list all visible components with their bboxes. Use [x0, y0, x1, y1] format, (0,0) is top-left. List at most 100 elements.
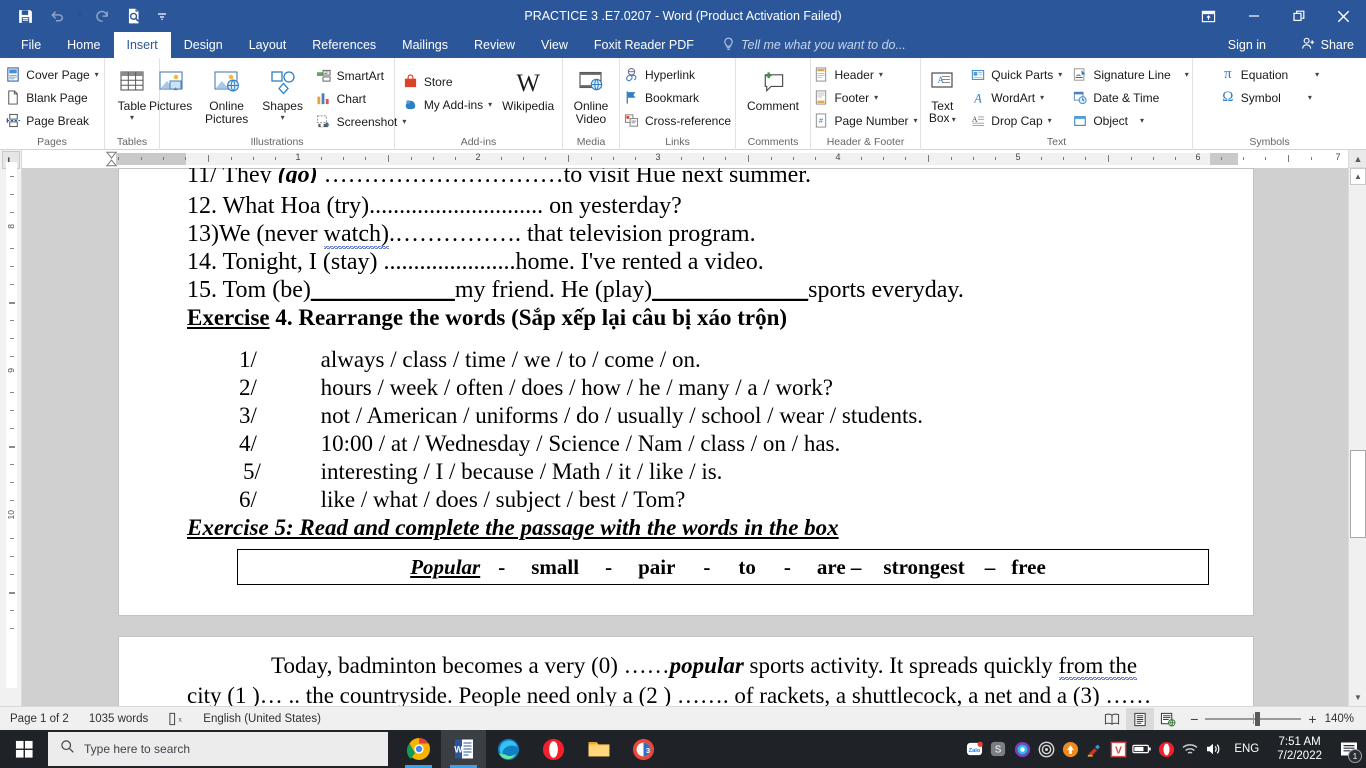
- tray-icon-wifi[interactable]: [1178, 730, 1202, 768]
- cross-reference-button[interactable]: Cross-reference: [619, 109, 736, 132]
- drop-cap-button[interactable]: A Drop Cap ▾: [965, 109, 1067, 132]
- page-break-button[interactable]: Page Break: [0, 109, 103, 132]
- tray-icon-battery[interactable]: [1130, 730, 1154, 768]
- zoom-slider-track[interactable]: [1205, 712, 1302, 726]
- taskbar-search-box[interactable]: Type here to search: [48, 732, 388, 766]
- quick-parts-button[interactable]: Quick Parts ▾: [965, 63, 1067, 86]
- taskbar-app-chrome[interactable]: [396, 730, 441, 768]
- tray-icon-ccleaner[interactable]: [1082, 730, 1106, 768]
- tab-file[interactable]: File: [8, 32, 54, 58]
- footer-button[interactable]: Footer ▾: [808, 86, 922, 109]
- taskbar-app-antivirus[interactable]: 3: [621, 730, 666, 768]
- wikipedia-button[interactable]: W Wikipedia: [497, 63, 559, 113]
- cover-page-button[interactable]: Cover Page ▾: [0, 63, 103, 86]
- online-pictures-button[interactable]: Online Pictures: [199, 63, 255, 126]
- minimize-icon[interactable]: [1231, 0, 1276, 32]
- document-page-1[interactable]: 11/ They (go) …………………………to visit Hue nex…: [118, 168, 1254, 616]
- wordart-button[interactable]: A WordArt ▾: [965, 86, 1067, 109]
- object-button[interactable]: Object ▾: [1067, 109, 1193, 132]
- page-indicator[interactable]: Page 1 of 2: [0, 707, 79, 731]
- undo-dropdown-icon[interactable]: ▼: [74, 2, 85, 30]
- ribbon-display-options-icon[interactable]: [1186, 0, 1231, 32]
- bookmark-button[interactable]: Bookmark: [619, 86, 736, 109]
- start-button[interactable]: [0, 730, 48, 768]
- zoom-slider[interactable]: − +: [1182, 712, 1324, 726]
- scrollbar-thumb[interactable]: [1350, 450, 1366, 538]
- taskbar-app-file-explorer[interactable]: [576, 730, 621, 768]
- equation-button[interactable]: π Equation ▾: [1215, 63, 1324, 86]
- tell-me-placeholder: Tell me what you want to do...: [741, 38, 906, 52]
- tray-icon-skype[interactable]: S: [986, 730, 1010, 768]
- view-read-mode-button[interactable]: [1098, 708, 1126, 730]
- zoom-slider-thumb[interactable]: [1255, 712, 1261, 726]
- view-web-layout-button[interactable]: [1154, 708, 1182, 730]
- tell-me-search[interactable]: Tell me what you want to do...: [722, 32, 906, 58]
- restore-icon[interactable]: [1276, 0, 1321, 32]
- redo-icon[interactable]: [87, 2, 117, 30]
- online-video-button[interactable]: Online Video: [563, 63, 619, 126]
- taskbar-app-word[interactable]: W: [441, 730, 486, 768]
- store-button[interactable]: Store: [398, 70, 497, 93]
- zoom-out-button[interactable]: −: [1190, 712, 1198, 726]
- sign-in-button[interactable]: Sign in: [1220, 32, 1274, 58]
- tab-layout[interactable]: Layout: [236, 32, 300, 58]
- tab-review[interactable]: Review: [461, 32, 528, 58]
- collapse-ribbon-icon[interactable]: ▲: [1349, 150, 1366, 168]
- taskbar-app-edge[interactable]: [486, 730, 531, 768]
- tab-design[interactable]: Design: [171, 32, 236, 58]
- tab-view[interactable]: View: [528, 32, 581, 58]
- language-indicator[interactable]: English (United States): [193, 707, 331, 731]
- customize-qat-icon[interactable]: [151, 2, 173, 30]
- shapes-button[interactable]: Shapes ▾: [255, 63, 311, 122]
- date-time-button[interactable]: Date & Time: [1067, 86, 1193, 109]
- header-button[interactable]: Header ▾: [808, 63, 922, 86]
- word-count[interactable]: 1035 words: [79, 707, 158, 731]
- scroll-up-button[interactable]: ▲: [1350, 168, 1366, 185]
- close-icon[interactable]: [1321, 0, 1366, 32]
- tray-language-indicator[interactable]: ENG: [1226, 743, 1267, 755]
- tab-insert[interactable]: Insert: [113, 32, 171, 58]
- tray-clock[interactable]: 7:51 AM 7/2/2022: [1267, 730, 1332, 768]
- symbol-button[interactable]: Ω Symbol ▾: [1215, 86, 1324, 109]
- scroll-down-button[interactable]: ▼: [1350, 689, 1366, 706]
- undo-icon[interactable]: [42, 2, 72, 30]
- proofing-errors-icon[interactable]: x: [158, 707, 193, 731]
- hyperlink-button[interactable]: Hyperlink: [619, 63, 736, 86]
- tray-icon-volume[interactable]: [1202, 730, 1226, 768]
- share-button[interactable]: Share: [1290, 32, 1366, 58]
- my-addins-button[interactable]: My Add-ins ▾: [398, 93, 497, 116]
- zoom-in-button[interactable]: +: [1308, 712, 1316, 726]
- document-page-2[interactable]: Today, badminton becomes a very (0) ……po…: [118, 636, 1254, 706]
- vertical-scrollbar[interactable]: ▲ ▲ ▼: [1348, 150, 1366, 706]
- text-box-button[interactable]: A Text Box ▾: [919, 63, 965, 124]
- pictures-button[interactable]: Pictures: [143, 63, 199, 113]
- tray-icon-opera[interactable]: [1154, 730, 1178, 768]
- tray-icon-vsdc[interactable]: V: [1106, 730, 1130, 768]
- word-bank-sep-4: -: [783, 554, 791, 579]
- signature-line-button[interactable]: Signature Line ▾: [1067, 63, 1193, 86]
- page-number-button[interactable]: # Page Number ▾: [808, 109, 922, 132]
- print-preview-icon[interactable]: [119, 2, 149, 30]
- tab-references[interactable]: References: [299, 32, 389, 58]
- save-icon[interactable]: [10, 2, 40, 30]
- blank-page-button[interactable]: Blank Page: [0, 86, 103, 109]
- tray-icon-browser[interactable]: [1010, 730, 1034, 768]
- tray-icon-zalo[interactable]: Zalo: [962, 730, 986, 768]
- notifications-button[interactable]: 1: [1332, 730, 1366, 768]
- vertical-ruler[interactable]: 8 9 10: [0, 150, 22, 706]
- first-line-indent-marker[interactable]: [105, 151, 118, 167]
- view-print-layout-button[interactable]: [1126, 708, 1155, 730]
- tab-mailings[interactable]: Mailings: [389, 32, 461, 58]
- tab-foxit-reader-pdf[interactable]: Foxit Reader PDF: [581, 32, 707, 58]
- ruler-left-margin: [116, 153, 186, 165]
- tab-home[interactable]: Home: [54, 32, 113, 58]
- horizontal-ruler[interactable]: 1 2 3 4 5 6 7: [22, 150, 1366, 168]
- zoom-percentage[interactable]: 140%: [1325, 713, 1362, 725]
- tray-icon-circle-app[interactable]: [1034, 730, 1058, 768]
- taskbar-app-opera[interactable]: [531, 730, 576, 768]
- comment-button[interactable]: Comment: [739, 63, 807, 113]
- tray-icon-update[interactable]: [1058, 730, 1082, 768]
- page1-text-body[interactable]: 11/ They (go) …………………………to visit Hue nex…: [119, 168, 1255, 617]
- document-scroll-region[interactable]: 11/ They (go) …………………………to visit Hue nex…: [22, 168, 1348, 706]
- page2-text-body[interactable]: Today, badminton becomes a very (0) ……po…: [119, 637, 1255, 706]
